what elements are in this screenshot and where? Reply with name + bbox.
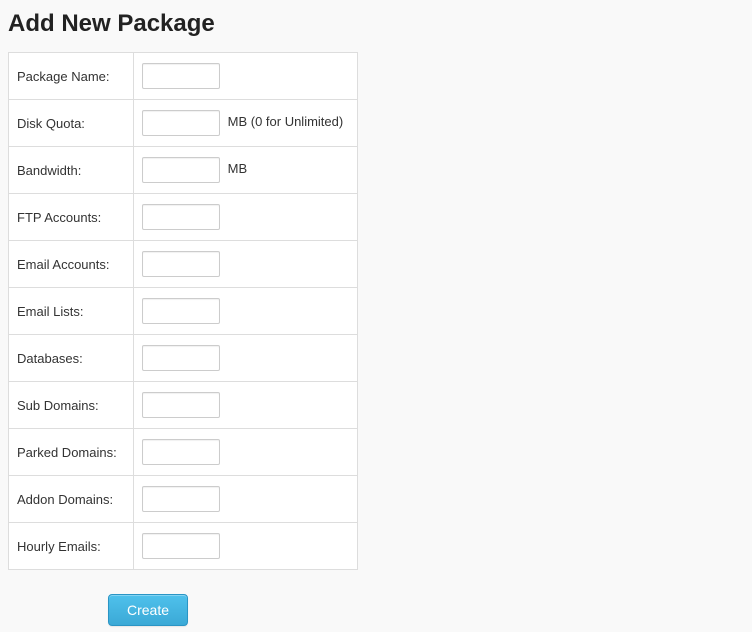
input-addon-domains[interactable] <box>142 486 220 512</box>
input-email-accounts[interactable] <box>142 251 220 277</box>
input-ftp-accounts[interactable] <box>142 204 220 230</box>
label-disk-quota: Disk Quota: <box>9 100 134 147</box>
input-sub-domains[interactable] <box>142 392 220 418</box>
label-package-name: Package Name: <box>9 53 134 100</box>
package-form-table: Package Name: Disk Quota: MB (0 for Unli… <box>8 52 358 570</box>
row-addon-domains: Addon Domains: <box>9 476 358 523</box>
suffix-disk-quota: MB (0 for Unlimited) <box>228 114 344 129</box>
input-parked-domains[interactable] <box>142 439 220 465</box>
suffix-bandwidth: MB <box>228 161 248 176</box>
input-email-lists[interactable] <box>142 298 220 324</box>
input-bandwidth[interactable] <box>142 157 220 183</box>
input-disk-quota[interactable] <box>142 110 220 136</box>
row-sub-domains: Sub Domains: <box>9 382 358 429</box>
row-hourly-emails: Hourly Emails: <box>9 523 358 570</box>
label-addon-domains: Addon Domains: <box>9 476 134 523</box>
row-disk-quota: Disk Quota: MB (0 for Unlimited) <box>9 100 358 147</box>
label-databases: Databases: <box>9 335 134 382</box>
row-email-accounts: Email Accounts: <box>9 241 358 288</box>
row-parked-domains: Parked Domains: <box>9 429 358 476</box>
input-databases[interactable] <box>142 345 220 371</box>
label-sub-domains: Sub Domains: <box>9 382 134 429</box>
create-button[interactable]: Create <box>108 594 188 626</box>
label-hourly-emails: Hourly Emails: <box>9 523 134 570</box>
label-email-lists: Email Lists: <box>9 288 134 335</box>
label-bandwidth: Bandwidth: <box>9 147 134 194</box>
label-email-accounts: Email Accounts: <box>9 241 134 288</box>
row-ftp-accounts: FTP Accounts: <box>9 194 358 241</box>
page-title: Add New Package <box>8 10 744 38</box>
input-hourly-emails[interactable] <box>142 533 220 559</box>
label-ftp-accounts: FTP Accounts: <box>9 194 134 241</box>
button-row: Create <box>108 594 744 626</box>
input-package-name[interactable] <box>142 63 220 89</box>
row-email-lists: Email Lists: <box>9 288 358 335</box>
row-bandwidth: Bandwidth: MB <box>9 147 358 194</box>
label-parked-domains: Parked Domains: <box>9 429 134 476</box>
row-package-name: Package Name: <box>9 53 358 100</box>
row-databases: Databases: <box>9 335 358 382</box>
